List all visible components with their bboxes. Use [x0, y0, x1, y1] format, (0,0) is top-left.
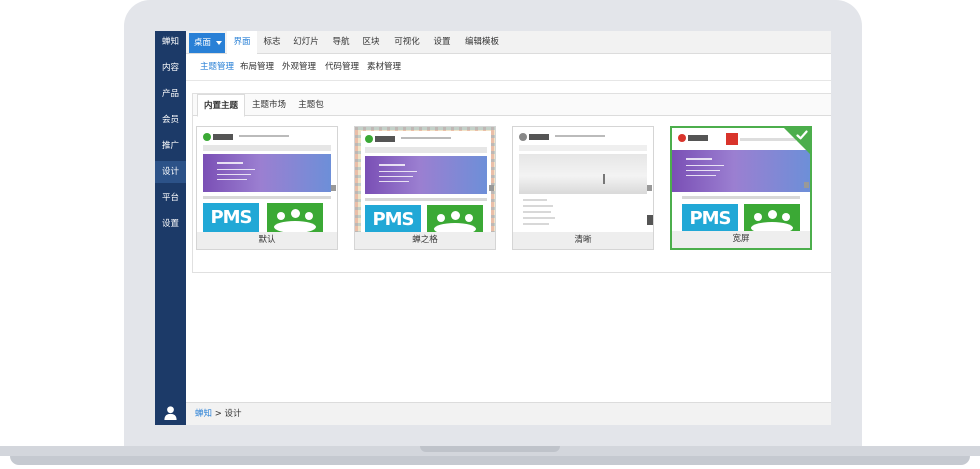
hero-banner — [203, 154, 331, 192]
subnav-asset-management[interactable]: 素材管理 — [367, 54, 401, 81]
sidebar-item-content[interactable]: 内容 — [155, 57, 186, 79]
check-icon — [796, 130, 808, 140]
tab-edit-template[interactable]: 编辑模板 — [460, 31, 504, 54]
breadcrumb-separator: > — [214, 409, 222, 419]
status-bar: 蝉知 > 设计 — [186, 402, 831, 425]
team-icon — [427, 205, 483, 234]
sidebar-item-platform[interactable]: 平台 — [155, 187, 186, 209]
app-screen: 蝉知 内容 产品 会员 推广 设计 平台 设置 桌面 界面 标志 幻灯片 导航 … — [155, 31, 831, 425]
team-icon — [744, 204, 800, 234]
hero-banner — [672, 150, 810, 192]
laptop-base-bottom — [10, 456, 970, 465]
tab-theme-package[interactable]: 主题包 — [293, 94, 329, 116]
theme-name: 蝉之格 — [355, 232, 495, 249]
laptop-base — [0, 446, 980, 469]
tab-slides[interactable]: 幻灯片 — [289, 31, 323, 54]
logo-icon — [519, 133, 551, 141]
team-icon — [267, 203, 323, 233]
subnav-layout-management[interactable]: 布局管理 — [240, 54, 274, 81]
laptop-mockup: 蝉知 内容 产品 会员 推广 设计 平台 设置 桌面 界面 标志 幻灯片 导航 … — [0, 0, 980, 469]
theme-thumbnail-default: PMS — [197, 127, 337, 234]
tab-visual[interactable]: 可视化 — [388, 31, 426, 54]
pms-banner: PMS — [365, 205, 421, 234]
logo-icon — [203, 133, 235, 141]
top-menu-bar: 桌面 界面 标志 幻灯片 导航 区块 可视化 设置 编辑模板 — [186, 31, 831, 54]
theme-name: 清晰 — [513, 232, 653, 249]
tab-interface[interactable]: 界面 — [227, 31, 257, 54]
theme-card-widescreen[interactable]: PMS 宽屏 — [670, 126, 812, 250]
theme-panel-tabs: 内置主题 主题市场 主题包 — [193, 94, 831, 117]
sidebar-item-brand[interactable]: 蝉知 — [155, 31, 186, 53]
pms-banner: PMS — [203, 203, 259, 233]
desktop-dropdown-label: 桌面 — [194, 38, 212, 48]
breadcrumb: 蝉知 > 设计 — [195, 403, 242, 425]
breadcrumb-current: 设计 — [224, 409, 242, 419]
subnav-code-management[interactable]: 代码管理 — [325, 54, 359, 81]
breadcrumb-home-link[interactable]: 蝉知 — [195, 409, 212, 419]
subnav-theme-management[interactable]: 主题管理 — [200, 54, 234, 81]
caret-down-icon — [216, 41, 222, 45]
sub-navigation: 主题管理 布局管理 外观管理 代码管理 素材管理 — [186, 54, 831, 81]
theme-card-default[interactable]: PMS 默认 — [196, 126, 338, 250]
theme-thumbnail-clear — [513, 127, 653, 234]
logo-icon — [365, 135, 397, 143]
theme-name: 宽屏 — [672, 231, 810, 248]
tab-blocks[interactable]: 区块 — [356, 31, 386, 54]
user-icon[interactable] — [163, 405, 178, 420]
pms-banner: PMS — [682, 204, 738, 234]
subnav-appearance-management[interactable]: 外观管理 — [282, 54, 316, 81]
theme-name: 默认 — [197, 232, 337, 249]
hero-banner — [365, 156, 487, 194]
tab-settings[interactable]: 设置 — [427, 31, 457, 54]
hero-banner — [519, 154, 647, 194]
sidebar-item-settings[interactable]: 设置 — [155, 213, 186, 235]
theme-thumbnail-plaid: PMS — [355, 127, 495, 234]
theme-card-plaid[interactable]: PMS 蝉之格 — [354, 126, 496, 250]
theme-card-clear[interactable]: 清晰 — [512, 126, 654, 250]
sidebar-item-promotion[interactable]: 推广 — [155, 135, 186, 157]
sidebar-item-product[interactable]: 产品 — [155, 83, 186, 105]
tab-navigation[interactable]: 导航 — [326, 31, 356, 54]
tab-builtin-themes[interactable]: 内置主题 — [197, 94, 245, 117]
laptop-notch — [420, 446, 560, 452]
logo-icon — [678, 134, 710, 142]
sidebar: 蝉知 内容 产品 会员 推广 设计 平台 设置 — [155, 31, 186, 425]
sidebar-item-design[interactable]: 设计 — [155, 161, 186, 183]
sidebar-item-member[interactable]: 会员 — [155, 109, 186, 131]
tab-theme-market[interactable]: 主题市场 — [247, 94, 291, 116]
desktop-dropdown-button[interactable]: 桌面 — [189, 33, 225, 53]
tab-logo[interactable]: 标志 — [257, 31, 287, 54]
